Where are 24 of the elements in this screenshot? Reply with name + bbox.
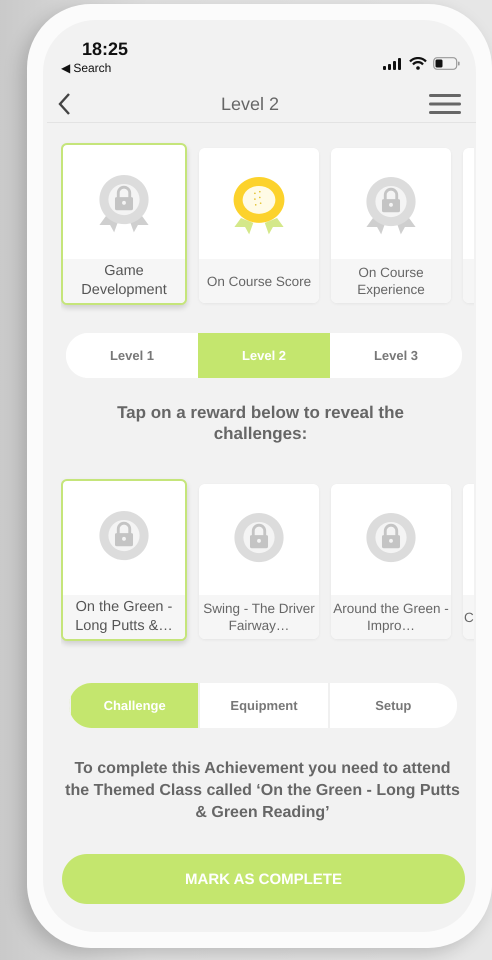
signal-icon [383, 58, 403, 70]
instruction-text: Tap on a reward below to reveal the challenges: [116, 402, 405, 444]
wifi-icon [409, 57, 427, 70]
reward-card[interactable]: On Course Score [199, 148, 319, 303]
reward-card[interactable]: C [463, 484, 474, 639]
menu-icon[interactable] [428, 93, 461, 115]
reward-label: C [464, 608, 474, 626]
reward-label: Swing - The Driver Fairway… [202, 600, 316, 634]
battery-icon [433, 57, 460, 70]
status-time: 18:25 [81, 38, 128, 60]
reward-card[interactable]: Around the Green - Impro… [331, 484, 451, 639]
reward-label: On Course Experience [356, 264, 426, 298]
screen-title: Level 2 [220, 94, 280, 114]
description-text: To complete this Achievement you need to attend the Themed Class called ‘On the Green - Long Putts & Green Reading’ [64, 759, 461, 823]
back-icon[interactable] [57, 92, 71, 116]
reward-card[interactable]: On Course Experience [331, 148, 451, 303]
reward-label: Around the Green - Impro… [333, 600, 449, 634]
back-to-search-link[interactable]: ◀ Search [61, 60, 128, 76]
reward-label: On the Green - Long Putts &… [74, 598, 174, 636]
reward-label: On Course Score [206, 272, 312, 290]
reward-card[interactable]: Swing - The Driver Fairway… [199, 484, 319, 639]
reward-label: Game Development [80, 262, 168, 300]
reward-card[interactable]: On the Green - Long Putts &… [61, 479, 187, 641]
reward-card[interactable]: Game Development [61, 143, 187, 305]
